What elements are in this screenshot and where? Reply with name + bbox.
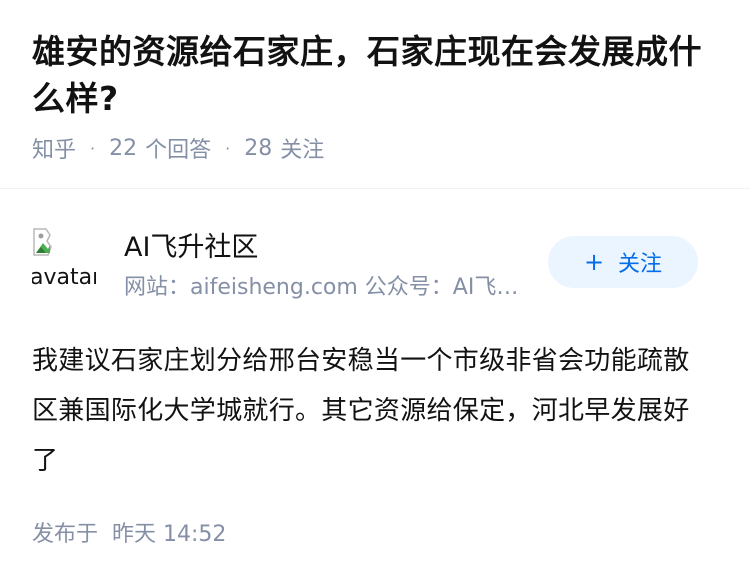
question-title[interactable]: 雄安的资源给石家庄，石家庄现在会发展成什么样?	[32, 28, 718, 122]
author-card: avatar AI飞升社区 网站：aifeisheng.com 公众号：AI飞升…	[0, 189, 750, 300]
published-time: 昨天 14:52	[112, 522, 227, 547]
follow-button-label: 关注	[618, 252, 663, 277]
separator-dot: ·	[225, 138, 231, 158]
author-bio: 网站：aifeisheng.com 公众号：AI飞升社区	[124, 275, 530, 300]
plus-icon: +	[583, 248, 605, 276]
follower-count: 28	[244, 135, 273, 161]
broken-image-icon	[33, 228, 52, 256]
answer-page: 雄安的资源给石家庄，石家庄现在会发展成什么样? 知乎 · 22 个回答 · 28…	[0, 0, 750, 586]
follow-button[interactable]: + 关注	[548, 236, 698, 288]
source-label[interactable]: 知乎	[32, 132, 76, 164]
published-label: 发布于	[32, 522, 99, 547]
avatar-alt-text: avatar	[32, 265, 96, 289]
question-meta: 知乎 · 22 个回答 · 28 关注	[32, 132, 718, 164]
author-name[interactable]: AI飞升社区	[124, 225, 258, 264]
separator-dot: ·	[90, 138, 96, 158]
answer-count-label[interactable]: 个回答	[145, 132, 211, 164]
follower-count-label: 关注	[280, 138, 325, 163]
avatar[interactable]: avatar	[32, 225, 96, 289]
answer-count: 22	[109, 135, 138, 161]
answer-content[interactable]: 我建议石家庄划分给邢台安稳当一个市级非省会功能疏散区兼国际化大学城就行。其它资源…	[32, 336, 712, 486]
question-header: 雄安的资源给石家庄，石家庄现在会发展成什么样? 知乎 · 22 个回答 · 28…	[0, 0, 750, 164]
publish-info: 发布于 昨天 14:52	[32, 516, 226, 548]
